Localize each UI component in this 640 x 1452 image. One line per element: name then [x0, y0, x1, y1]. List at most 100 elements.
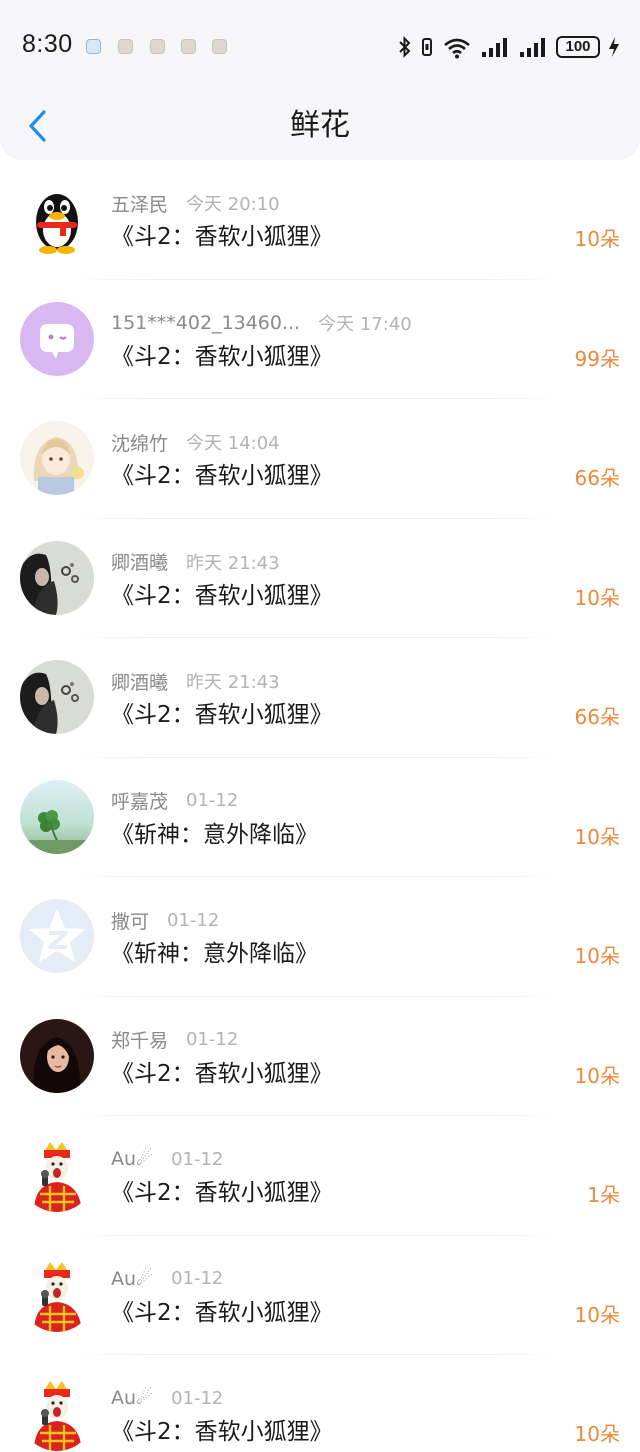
sender-name[interactable]: 呼嘉茂 — [111, 787, 168, 814]
status-bar: 8:30 100 — [0, 0, 640, 96]
dark-photo-avatar — [20, 540, 94, 615]
portrait-avatar — [20, 1018, 94, 1093]
avatar[interactable] — [20, 779, 94, 854]
book-title[interactable]: 《斗2：香软小狐狸》 — [111, 1296, 333, 1330]
list-item[interactable]: Au☄ 01-12 《斗2：香软小狐狸》 10朵 — [0, 1355, 640, 1452]
sender-name[interactable]: 卿酒曦 — [111, 668, 168, 695]
book-title[interactable]: 《斗2：香软小狐狸》 — [111, 1176, 333, 1210]
singer-cartoon-avatar — [20, 1377, 94, 1451]
avatar[interactable] — [20, 1257, 94, 1332]
clover-avatar — [20, 779, 94, 854]
notification-icon — [150, 39, 165, 54]
avatar[interactable] — [20, 1018, 94, 1093]
book-title[interactable]: 《斗2：香软小狐狸》 — [111, 579, 333, 613]
book-title[interactable]: 《斩神：意外降临》 — [111, 818, 318, 852]
sender-name[interactable]: 五泽民 — [111, 190, 168, 217]
avatar[interactable] — [20, 899, 94, 973]
list-item[interactable]: 五泽民 今天 20:10 《斗2：香软小狐狸》 10朵 — [0, 160, 640, 280]
gift-time: 昨天 21:43 — [186, 672, 280, 693]
bluetooth-icon — [399, 36, 411, 58]
sender-meta: 151***402_13460... 今天 17:40 — [111, 308, 412, 338]
gift-time: 01-12 — [171, 1268, 224, 1289]
qzone-star-avatar — [20, 899, 94, 973]
sender-meta: 沈绵竹 今天 14:04 — [111, 427, 280, 457]
gift-time: 今天 20:10 — [186, 194, 280, 215]
list-item[interactable]: 沈绵竹 今天 14:04 《斗2：香软小狐狸》 66朵 — [0, 399, 640, 519]
flower-count: 10朵 — [574, 585, 620, 610]
sender-name[interactable]: Au☄ — [111, 1148, 153, 1170]
sender-meta: 五泽民 今天 20:10 — [111, 188, 280, 218]
flower-count: 10朵 — [574, 944, 620, 968]
gift-time: 今天 17:40 — [318, 313, 412, 335]
battery-indicator: 100 — [556, 36, 600, 58]
list-item[interactable]: 卿酒曦 昨天 21:43 《斗2：香软小狐狸》 10朵 — [0, 519, 640, 639]
avatar[interactable] — [20, 421, 94, 495]
list-item[interactable]: Au☄ 01-12 《斗2：香软小狐狸》 1朵 — [0, 1116, 640, 1236]
avatar[interactable] — [20, 1377, 94, 1451]
sender-name[interactable]: Au☄ — [111, 1268, 153, 1290]
qq-penguin-avatar — [20, 182, 94, 256]
flower-count: 1朵 — [587, 1183, 620, 1207]
sender-meta: 撒可 01-12 — [111, 905, 219, 935]
flower-count: 99朵 — [574, 346, 620, 371]
status-icons: 100 — [398, 33, 620, 61]
book-title[interactable]: 《斗2：香软小狐狸》 — [111, 698, 333, 732]
flower-count: 10朵 — [574, 1422, 620, 1446]
sender-meta: Au☄ 01-12 — [111, 1264, 223, 1294]
avatar[interactable] — [20, 182, 94, 256]
vibrate-icon — [422, 38, 432, 56]
sender-name[interactable]: 撒可 — [111, 907, 149, 934]
app-header: 8:30 100 鲜花 — [0, 0, 640, 160]
book-title[interactable]: 《斗2：香软小狐狸》 — [111, 1415, 333, 1449]
flower-count: 10朵 — [574, 1063, 620, 1088]
list-item[interactable]: 卿酒曦 昨天 21:43 《斗2：香软小狐狸》 66朵 — [0, 638, 640, 758]
list-item[interactable]: 呼嘉茂 01-12 《斩神：意外降临》 10朵 — [0, 758, 640, 878]
gift-time: 01-12 — [171, 1148, 224, 1170]
book-title[interactable]: 《斗2：香软小狐狸》 — [111, 220, 333, 254]
book-title[interactable]: 《斗2：香软小狐狸》 — [111, 340, 333, 374]
purple-chat-avatar — [20, 301, 94, 376]
gift-time: 01-12 — [171, 1387, 224, 1409]
signal-icon — [482, 38, 507, 57]
singer-cartoon-avatar — [20, 1138, 94, 1212]
sender-name[interactable]: 沈绵竹 — [111, 429, 168, 456]
book-title[interactable]: 《斩神：意外降临》 — [111, 937, 318, 971]
avatar[interactable] — [20, 1138, 94, 1212]
charging-icon — [609, 37, 619, 57]
notification-icon — [212, 39, 227, 54]
avatar[interactable] — [20, 301, 94, 376]
notification-icon — [181, 39, 196, 54]
sender-meta: 郑千易 01-12 — [111, 1025, 238, 1055]
list-item[interactable]: Au☄ 01-12 《斗2：香软小狐狸》 10朵 — [0, 1236, 640, 1356]
gift-time: 昨天 21:43 — [186, 552, 280, 574]
anime-girl-avatar — [20, 421, 94, 495]
notification-icon — [86, 39, 101, 54]
sender-name[interactable]: 郑千易 — [111, 1026, 168, 1053]
avatar[interactable] — [20, 540, 94, 615]
book-title[interactable]: 《斗2：香软小狐狸》 — [111, 1057, 333, 1091]
sender-name[interactable]: 卿酒曦 — [111, 548, 168, 575]
list-item[interactable]: 151***402_13460... 今天 17:40 《斗2：香软小狐狸》 99朵 — [0, 280, 640, 400]
flower-count: 66朵 — [574, 705, 620, 729]
status-time: 8:30 — [22, 30, 73, 58]
dark-photo-avatar — [20, 660, 94, 734]
flower-count: 10朵 — [574, 227, 620, 251]
gift-time: 今天 14:04 — [186, 433, 280, 454]
book-title[interactable]: 《斗2：香软小狐狸》 — [111, 459, 333, 493]
list-item[interactable]: 郑千易 01-12 《斗2：香软小狐狸》 10朵 — [0, 997, 640, 1117]
gift-time: 01-12 — [186, 790, 239, 811]
page-title: 鲜花 — [290, 108, 350, 143]
wifi-icon — [444, 38, 470, 59]
sender-name[interactable]: Au☄ — [111, 1387, 153, 1409]
notification-icon — [118, 39, 133, 54]
signal-icon — [520, 38, 545, 57]
flower-count: 66朵 — [574, 466, 620, 490]
flower-gift-list: 五泽民 今天 20:10 《斗2：香软小狐狸》 10朵 151***402_13460… — [0, 160, 640, 1452]
list-item[interactable]: 撒可 01-12 《斩神：意外降临》 10朵 — [0, 877, 640, 997]
gift-time: 01-12 — [167, 909, 220, 931]
flower-count: 10朵 — [574, 824, 620, 849]
avatar[interactable] — [20, 660, 94, 734]
gift-time: 01-12 — [186, 1029, 239, 1050]
sender-name[interactable]: 151***402_13460... — [111, 312, 300, 334]
sender-meta: 呼嘉茂 01-12 — [111, 786, 238, 816]
